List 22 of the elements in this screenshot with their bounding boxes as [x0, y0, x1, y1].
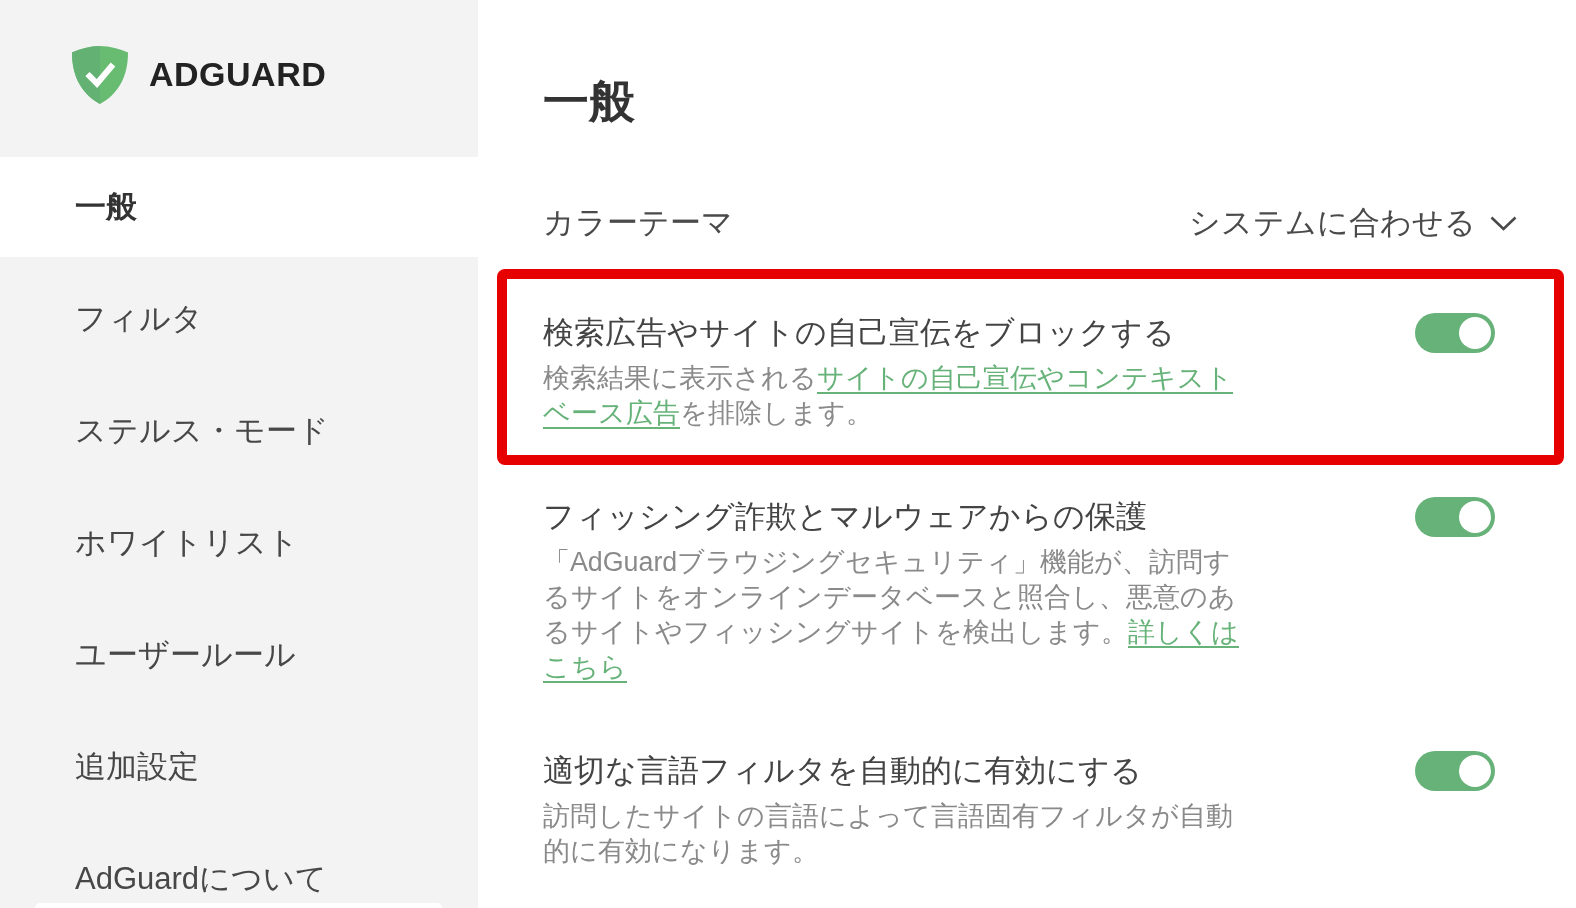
toggle-switch[interactable]: [1415, 313, 1495, 353]
setting-description: 訪問したサイトの言語によって言語固有フィルタが自動的に有効になります。: [543, 800, 1234, 868]
logo-text: ADGUARD: [149, 54, 327, 95]
sidebar-item[interactable]: 追加設定: [0, 717, 478, 817]
sidebar-item[interactable]: ステルス・モード: [0, 381, 478, 481]
setting-description: 検索結果に表示されるサイトの自己宣伝やコンテキスト ベース広告を排除します。: [543, 362, 1234, 430]
setting-title: フィッシング詐欺とマルウェアからの保護: [543, 498, 1148, 536]
sidebar-item[interactable]: ユーザールール: [0, 605, 478, 705]
chevron-down-icon: [1490, 215, 1517, 231]
toggle-switch[interactable]: [1415, 751, 1495, 791]
shield-check-icon: [72, 45, 128, 104]
toggle-switch[interactable]: [1415, 497, 1495, 537]
theme-dropdown[interactable]: システムに合わせる: [1189, 203, 1517, 243]
sidebar-item[interactable]: ホワイトリスト: [0, 493, 478, 593]
setting-description: 「AdGuardブラウジングセキュリティ」機能が、訪問するサイトをオンラインデータベースと照合し、悪意のあるサイトやフィッシングサイトを検出します。詳しくは こちら: [543, 546, 1240, 684]
sidebar-item[interactable]: 一般: [0, 157, 478, 257]
setting-title: 検索広告やサイトの自己宣伝をブロックする: [543, 314, 1176, 352]
page-title: 一般: [543, 74, 636, 129]
sidebar-item[interactable]: フィルタ: [0, 269, 478, 369]
setting-title: 適切な言語フィルタを自動的に有効にする: [543, 752, 1143, 790]
sidebar-item[interactable]: AdGuardについて: [0, 829, 478, 908]
color-theme-label: カラーテーマ: [543, 204, 733, 242]
